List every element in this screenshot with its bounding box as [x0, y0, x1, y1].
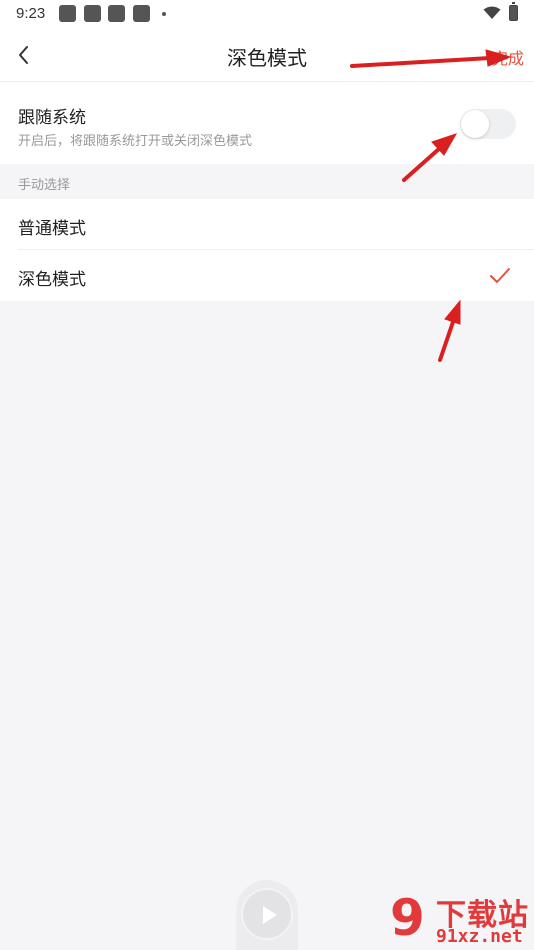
mode-option-label: 普通模式	[18, 219, 86, 239]
wifi-icon	[483, 6, 501, 19]
follow-system-row: 跟随系统 开启后，将跟随系统打开或关闭深色模式	[0, 82, 534, 164]
check-icon	[490, 268, 510, 283]
mode-option-label: 深色模式	[18, 270, 86, 290]
mode-option-dark[interactable]: 深色模式	[0, 250, 534, 301]
battery-icon	[509, 2, 518, 21]
arrow-head	[444, 299, 461, 325]
watermark-url: 91xz.net	[436, 926, 523, 947]
follow-system-description: 开启后，将跟随系统打开或关闭深色模式	[18, 134, 253, 149]
done-button[interactable]: 完成	[492, 45, 524, 69]
arrow-to-check	[438, 320, 455, 362]
mode-option-normal[interactable]: 普通模式	[0, 199, 534, 250]
notification-app-icon	[108, 5, 125, 22]
follow-system-toggle[interactable]	[460, 109, 516, 139]
nav-bar: 深色模式 完成	[0, 28, 534, 82]
watermark-logo: 9 下载站 91xz.net	[390, 888, 534, 950]
more-notifications-dot-icon	[162, 12, 166, 16]
page-title: 深色模式	[227, 46, 307, 70]
watermark-logo-mark: 9	[390, 889, 425, 947]
play-button[interactable]	[241, 888, 293, 940]
status-time: 9:23	[16, 5, 46, 22]
toggle-knob	[461, 110, 489, 138]
notification-app-icon	[84, 5, 101, 22]
notification-app-icon	[59, 5, 76, 22]
section-label-manual: 手动选择	[18, 178, 71, 193]
follow-system-title: 跟随系统	[18, 108, 86, 128]
status-bar: 9:23	[0, 0, 534, 28]
notification-app-icon	[133, 5, 150, 22]
